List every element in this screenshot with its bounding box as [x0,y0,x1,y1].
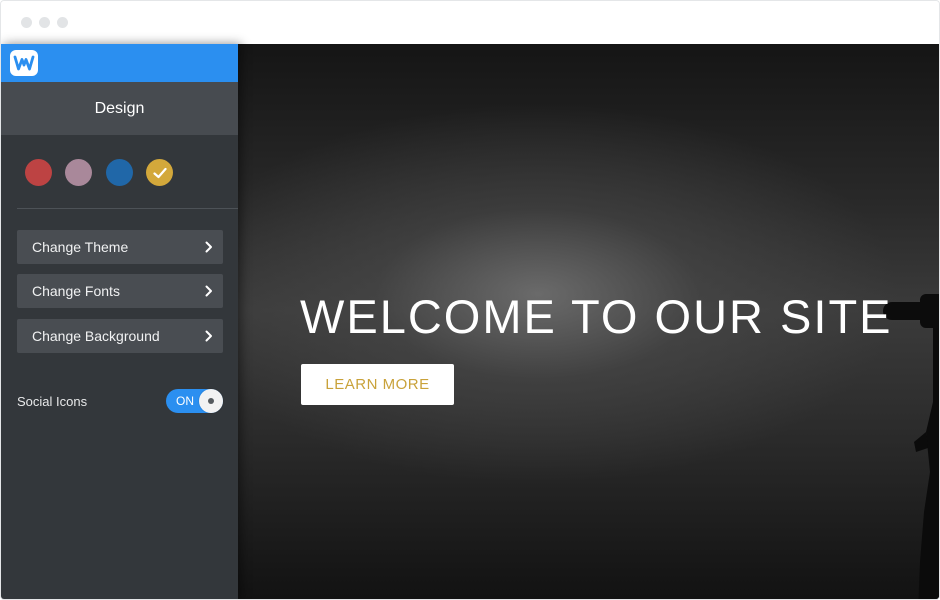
checkmark-icon [153,167,167,179]
color-swatch-mauve[interactable] [65,159,92,186]
social-icons-toggle[interactable]: ON [166,389,223,413]
toggle-state-text: ON [176,394,194,408]
change-fonts-label: Change Fonts [32,283,120,299]
change-theme-label: Change Theme [32,239,129,255]
color-swatch-red[interactable] [25,159,52,186]
browser-window: Design Change Theme Change Fonts Change … [0,0,940,600]
window-dot-minimize[interactable] [39,17,50,28]
chevron-right-icon [205,241,212,253]
window-titlebar [1,1,939,44]
toggle-knob[interactable] [199,389,223,413]
learn-more-button[interactable]: LEARN MORE [301,364,454,405]
chevron-right-icon [205,330,212,342]
panel-title: Design [1,82,238,135]
color-swatch-blue[interactable] [106,159,133,186]
window-dot-maximize[interactable] [57,17,68,28]
social-icons-label: Social Icons [17,394,88,409]
window-dot-close[interactable] [21,17,32,28]
sidebar-divider [17,208,238,209]
change-background-label: Change Background [32,328,160,344]
sidebar-topbar [1,44,238,82]
design-sidebar: Design Change Theme Change Fonts Change … [1,44,238,599]
color-swatch-gold[interactable] [146,159,173,186]
chevron-right-icon [205,285,212,297]
weebly-logo-icon[interactable] [10,50,38,76]
change-background-button[interactable]: Change Background [17,319,223,353]
change-theme-button[interactable]: Change Theme [17,230,223,264]
hero-section: WELCOME TO OUR SITE LEARN MORE [238,44,939,599]
change-fonts-button[interactable]: Change Fonts [17,274,223,308]
hero-title: WELCOME TO OUR SITE [300,290,893,343]
toggle-knob-dot [208,398,214,404]
